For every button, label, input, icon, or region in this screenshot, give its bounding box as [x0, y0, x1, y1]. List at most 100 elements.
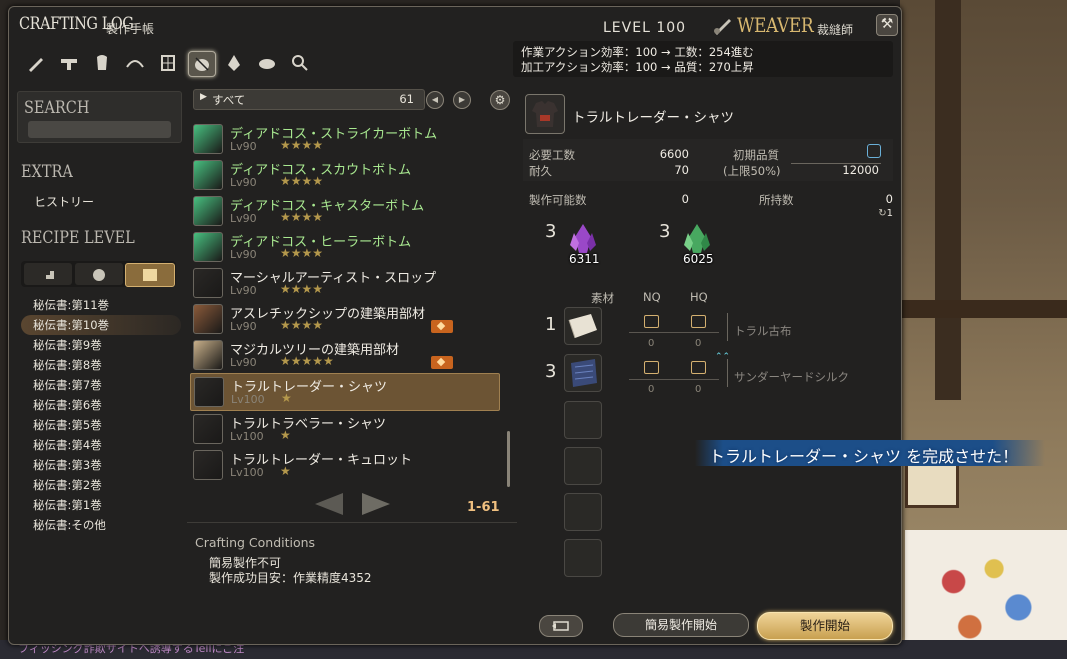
- recipe-row[interactable]: トラルトレーダー・シャツ Lv100 ★: [190, 373, 500, 411]
- carpenter-icon[interactable]: [23, 51, 49, 75]
- item-icon[interactable]: [525, 94, 565, 134]
- owned-label: 所持数: [759, 193, 794, 207]
- recipe-level-item[interactable]: 秘伝書:第10巻: [21, 315, 181, 335]
- recipe-filter-dropdown[interactable]: ▶ すべて 61: [193, 89, 425, 110]
- lumber-icon: [193, 304, 223, 334]
- crafting-log-window: CRAFTING LOG 製作手帳 LEVEL 100 WEAVER 裁縫師 ⚒…: [8, 6, 902, 645]
- craftable-value: 0: [681, 192, 689, 206]
- history-link[interactable]: ヒストリー: [34, 193, 94, 210]
- crystal-need: 3: [659, 221, 671, 242]
- synthesize-button[interactable]: 製作開始: [757, 612, 893, 640]
- recipe-level-tabs: [21, 261, 176, 287]
- recipe-row[interactable]: ディアドコス・ヒーラーボトム Lv90 ★★★★: [190, 229, 506, 265]
- leatherworker-icon[interactable]: [155, 51, 181, 75]
- shirt-icon: [532, 101, 558, 127]
- material-slot[interactable]: [564, 354, 602, 392]
- weaver-job-icon: [714, 19, 731, 35]
- recipe-row[interactable]: マーシャルアーティスト・スロップ Lv90 ★★★★: [190, 265, 506, 301]
- recipe-row[interactable]: トラルトレーダー・キュロット Lv100 ★: [190, 447, 506, 483]
- hq-checkbox[interactable]: [691, 361, 706, 374]
- recipe-stars: ★★★★: [280, 246, 324, 260]
- tab-level-gear[interactable]: [75, 263, 123, 285]
- recipe-level-item[interactable]: 秘伝書:第1巻: [21, 495, 181, 515]
- page-prev-button[interactable]: [315, 493, 343, 515]
- recipe-list-scrollbar[interactable]: [507, 431, 510, 487]
- settings-gear-icon[interactable]: ⚙: [490, 90, 510, 110]
- search-input[interactable]: [28, 121, 171, 138]
- material-count: 1: [545, 314, 557, 335]
- recipe-row[interactable]: トラルトラベラー・シャツ Lv100 ★: [190, 411, 506, 447]
- nq-header: NQ: [643, 290, 661, 304]
- recipe-level: Lv100: [230, 466, 264, 479]
- material-header: 素材: [591, 291, 614, 305]
- book-icon: [143, 269, 157, 281]
- recipe-level-item[interactable]: 秘伝書:その他: [21, 515, 181, 535]
- recipe-row[interactable]: マジカルツリーの建築用部材 Lv90 ★★★★★: [190, 337, 506, 373]
- goldsmith-icon[interactable]: [122, 51, 148, 75]
- recipe-tree-button[interactable]: [539, 615, 583, 637]
- material-slot[interactable]: [564, 307, 602, 345]
- bottoms-icon: [193, 232, 223, 262]
- recipe-level-item[interactable]: 秘伝書:第11巻: [21, 295, 181, 315]
- material-divider: [629, 332, 719, 333]
- hq-checkbox[interactable]: [691, 315, 706, 328]
- recipe-level-item[interactable]: 秘伝書:第7巻: [21, 375, 181, 395]
- material-name: サンダーヤードシルク: [734, 370, 849, 384]
- alchemist-icon[interactable]: [221, 51, 247, 75]
- lumber-icon: [193, 340, 223, 370]
- page-range: 1-61: [467, 500, 500, 515]
- quality-cap-label: (上限50%): [723, 164, 781, 178]
- recipe-stars: ★: [280, 428, 291, 442]
- weaver-icon[interactable]: [188, 51, 216, 77]
- search-icon[interactable]: [287, 51, 313, 75]
- recipe-level: Lv90: [230, 140, 257, 153]
- job-name: WEAVER: [737, 13, 814, 37]
- recipe-name: マーシャルアーティスト・スロップ: [230, 271, 437, 286]
- item-name: トラルトレーダー・シャツ: [572, 110, 734, 126]
- hq-count: 0: [695, 384, 702, 395]
- recipe-row[interactable]: アスレチックシップの建築用部材 Lv90 ★★★★: [190, 301, 506, 337]
- recipe-stars: ★★★★: [280, 210, 324, 224]
- cloth-icon: [568, 314, 597, 339]
- nq-checkbox[interactable]: [644, 361, 659, 374]
- crystal-have: 6025: [683, 252, 714, 266]
- recipe-level-item[interactable]: 秘伝書:第8巻: [21, 355, 181, 375]
- empty-material-slot: [564, 539, 602, 577]
- material-count: 3: [545, 361, 557, 382]
- page-next-button[interactable]: [362, 493, 390, 515]
- recipe-row[interactable]: ディアドコス・スカウトボトム Lv90 ★★★★: [190, 157, 506, 193]
- recipe-level-item[interactable]: 秘伝書:第4巻: [21, 435, 181, 455]
- material-separator: [727, 359, 728, 387]
- blacksmith-icon[interactable]: [56, 51, 82, 75]
- recipe-level-item[interactable]: 秘伝書:第2巻: [21, 475, 181, 495]
- next-filter-button[interactable]: ▶: [453, 91, 471, 109]
- tab-level-books[interactable]: [125, 263, 175, 287]
- recipe-level-item[interactable]: 秘伝書:第3巻: [21, 455, 181, 475]
- filter-label: すべて: [212, 93, 246, 107]
- bottoms-icon: [193, 160, 223, 190]
- recipe-level-item[interactable]: 秘伝書:第6巻: [21, 395, 181, 415]
- completion-toast: トラルトレーダー・シャツ を完成させた！: [695, 440, 1045, 466]
- stairs-icon: [42, 271, 54, 279]
- recipe-level: Lv100: [231, 393, 265, 406]
- culinarian-icon[interactable]: [254, 51, 280, 75]
- recipe-row[interactable]: ディアドコス・キャスターボトム Lv90 ★★★★: [190, 193, 506, 229]
- recipe-level-item[interactable]: 秘伝書:第9巻: [21, 335, 181, 355]
- armorer-icon[interactable]: [89, 51, 115, 75]
- tab-level-stairs[interactable]: [24, 263, 72, 285]
- recipe-level: Lv90: [230, 176, 257, 189]
- prev-filter-button[interactable]: ◀: [426, 91, 444, 109]
- hq-count: 0: [695, 338, 702, 349]
- nq-checkbox[interactable]: [644, 315, 659, 328]
- empty-material-slot: [564, 401, 602, 439]
- initial-quality-checkbox[interactable]: [867, 144, 881, 158]
- recipe-stars: ★: [280, 464, 291, 478]
- crystal-have: 6311: [569, 252, 600, 266]
- close-button[interactable]: ⚒: [876, 14, 898, 36]
- recipe-level-item[interactable]: 秘伝書:第5巻: [21, 415, 181, 435]
- required-progress-label: 必要工数: [529, 148, 575, 162]
- search-panel: SEARCH: [17, 91, 182, 143]
- recipe-row[interactable]: ディアドコス・ストライカーボトム Lv90 ★★★★: [190, 121, 506, 157]
- quick-synthesis-button[interactable]: 簡易製作開始: [613, 613, 749, 637]
- slops-icon: [193, 268, 223, 298]
